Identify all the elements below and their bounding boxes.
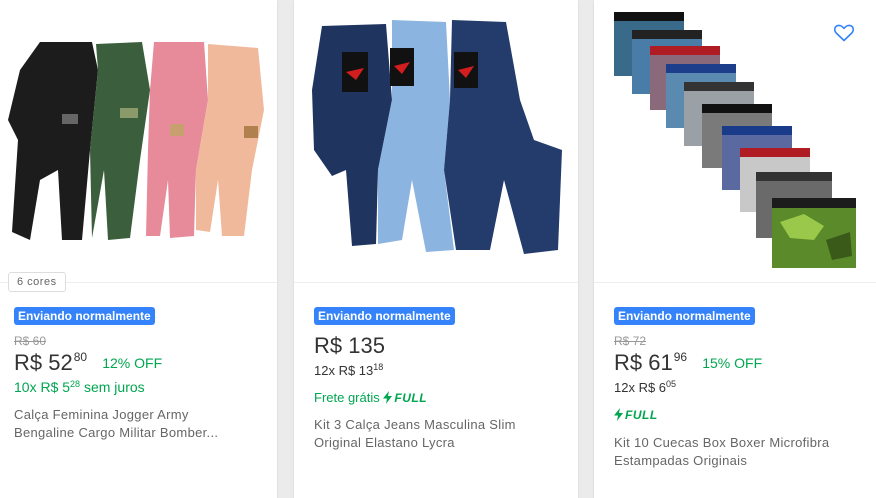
- installments: 12x R$ 605: [614, 379, 676, 395]
- old-price: R$ 72: [614, 334, 647, 348]
- product-title-line2: Estampadas Originais: [614, 453, 748, 468]
- price-integer: 52: [48, 350, 73, 375]
- old-price: R$ 60: [14, 334, 47, 348]
- installments: 12x R$ 1318: [314, 362, 383, 378]
- product-title[interactable]: Calça Feminina Jogger Army Bengaline Car…: [14, 406, 218, 442]
- installments-cents: 05: [666, 379, 677, 389]
- discount-label: 15% OFF: [702, 355, 763, 371]
- product-image-jeans[interactable]: [294, 0, 578, 283]
- product-image-boxers[interactable]: [594, 0, 876, 283]
- price-cents: 96: [673, 350, 688, 364]
- installments-cents: 28: [70, 379, 81, 389]
- jeans-photo: [312, 20, 562, 254]
- product-title[interactable]: Kit 3 Calça Jeans Masculina Slim Origina…: [314, 416, 516, 452]
- product-card-jeans[interactable]: Enviando normalmente R$ 135 12x R$ 1318 …: [294, 0, 578, 498]
- product-title[interactable]: Kit 10 Cuecas Box Boxer Microfibra Estam…: [614, 434, 829, 470]
- price-prefix: R$: [14, 350, 43, 375]
- full-text: FULL: [625, 408, 658, 422]
- price: R$ 6196 15% OFF: [614, 350, 762, 376]
- bolt-icon: [383, 391, 393, 404]
- product-title-line1: Kit 10 Cuecas Box Boxer Microfibra: [614, 435, 830, 450]
- full-label: FULL: [614, 408, 658, 422]
- price: R$ 135: [314, 333, 385, 359]
- free-shipping-text: Frete grátis: [314, 390, 380, 405]
- price-prefix: R$: [314, 333, 343, 358]
- full-shipping: FULL: [614, 407, 658, 422]
- price: R$ 5280 12% OFF: [14, 350, 162, 376]
- boxers-photo: [614, 12, 856, 268]
- installments-prefix: 12x R$ 13: [314, 363, 374, 378]
- jogger-pants-photo: [8, 42, 264, 240]
- price-integer: 61: [648, 350, 673, 375]
- discount-label: 12% OFF: [102, 355, 163, 371]
- product-title-line1: Kit 3 Calça Jeans Masculina Slim: [314, 417, 516, 432]
- price-cents: 80: [73, 350, 88, 364]
- free-shipping: Frete grátis FULL: [314, 390, 427, 405]
- installments: 10x R$ 528 sem juros: [14, 379, 145, 395]
- shipping-badge: Enviando normalmente: [614, 307, 755, 325]
- price-prefix: R$: [614, 350, 643, 375]
- installments-suffix: sem juros: [83, 379, 145, 395]
- colors-count-tag: 6 cores: [8, 272, 66, 292]
- favorite-heart-icon[interactable]: [834, 24, 854, 42]
- price-integer: 135: [348, 333, 385, 358]
- shipping-badge: Enviando normalmente: [314, 307, 455, 325]
- product-card-boxers[interactable]: Enviando normalmente R$ 72 R$ 6196 15% O…: [594, 0, 876, 498]
- full-text: FULL: [394, 391, 428, 405]
- product-title-line2: Original Elastano Lycra: [314, 435, 455, 450]
- shipping-badge: Enviando normalmente: [14, 307, 155, 325]
- product-title-line2: Bengaline Cargo Militar Bomber...: [14, 425, 219, 440]
- installments-cents: 18: [373, 362, 384, 372]
- product-image-jogger-pants[interactable]: [0, 0, 277, 283]
- full-label: FULL: [383, 391, 427, 405]
- product-title-line1: Calça Feminina Jogger Army: [14, 407, 189, 422]
- product-card-jogger[interactable]: 6 cores Enviando normalmente R$ 60 R$ 52…: [0, 0, 277, 498]
- installments-prefix: 10x R$ 5: [14, 379, 71, 395]
- installments-prefix: 12x R$ 6: [614, 380, 667, 395]
- bolt-icon: [614, 408, 623, 421]
